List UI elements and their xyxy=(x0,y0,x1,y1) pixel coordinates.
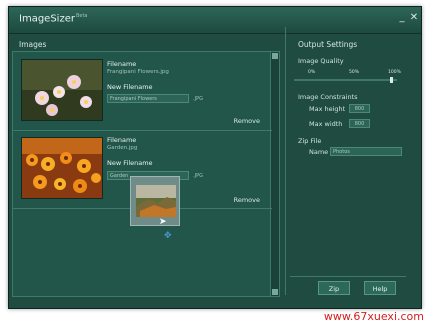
remove-button[interactable]: Remove xyxy=(234,196,260,204)
filename-value: Frangipani Flowers.jpg xyxy=(107,69,169,75)
quality-tick-100: 100% xyxy=(388,70,401,75)
pane-divider xyxy=(285,27,286,295)
zip-file-label: Zip File xyxy=(298,137,322,145)
app-name: ImageSizer xyxy=(19,13,75,25)
max-height-label: Max height xyxy=(309,105,346,113)
max-width-label: Max width xyxy=(309,120,343,128)
help-button[interactable]: Help xyxy=(364,281,396,295)
image-quality-slider-handle[interactable] xyxy=(390,77,394,83)
image-quality-label: Image Quality xyxy=(298,57,344,65)
window-title: ImageSizerBeta xyxy=(19,13,88,24)
remove-button[interactable]: Remove xyxy=(234,117,260,125)
zip-name-label: Name xyxy=(309,148,329,156)
zip-name-input[interactable]: Photos xyxy=(330,147,402,156)
zip-button[interactable]: Zip xyxy=(318,281,350,295)
dragged-thumbnail xyxy=(136,185,176,217)
thumbnail-frangipani xyxy=(21,59,103,121)
new-filename-label: New Filename xyxy=(107,83,153,91)
beta-label: Beta xyxy=(75,13,88,19)
images-list[interactable]: Filename Frangipani Flowers.jpg New File… xyxy=(12,51,280,297)
max-height-input[interactable]: 800 xyxy=(349,104,370,113)
new-filename-input[interactable]: Frangipani Flowers xyxy=(107,94,189,103)
filename-value: Garden.jpg xyxy=(107,145,138,151)
watermark-text: www.67xuexi.com xyxy=(323,310,424,323)
quality-tick-50: 50% xyxy=(349,70,360,75)
scroll-down-arrow-icon[interactable] xyxy=(272,289,278,295)
scroll-up-arrow-icon[interactable] xyxy=(272,53,278,59)
close-button[interactable]: ✕ xyxy=(407,11,421,25)
image-item: Filename Frangipani Flowers.jpg New File… xyxy=(13,52,272,131)
max-width-input[interactable]: 800 xyxy=(349,119,370,128)
images-pane-title: Images xyxy=(19,40,47,49)
extension-label: .JPG xyxy=(193,173,203,179)
dragged-image-preview[interactable] xyxy=(130,176,180,226)
output-settings-title: Output Settings xyxy=(298,40,358,49)
quality-tick-0: 0% xyxy=(308,70,316,75)
filename-label: Filename xyxy=(107,136,137,144)
title-bar[interactable]: ImageSizerBeta _ ✕ xyxy=(9,7,421,34)
extension-label: .JPG xyxy=(193,96,203,102)
move-icon: ✥ xyxy=(164,231,172,241)
mouse-cursor-icon: ➤ xyxy=(159,217,167,227)
image-constraints-label: Image Constraints xyxy=(298,93,358,101)
new-filename-label: New Filename xyxy=(107,159,153,167)
thumbnail-garden xyxy=(21,137,103,199)
image-quality-slider[interactable] xyxy=(294,79,397,81)
filename-label: Filename xyxy=(107,60,137,68)
